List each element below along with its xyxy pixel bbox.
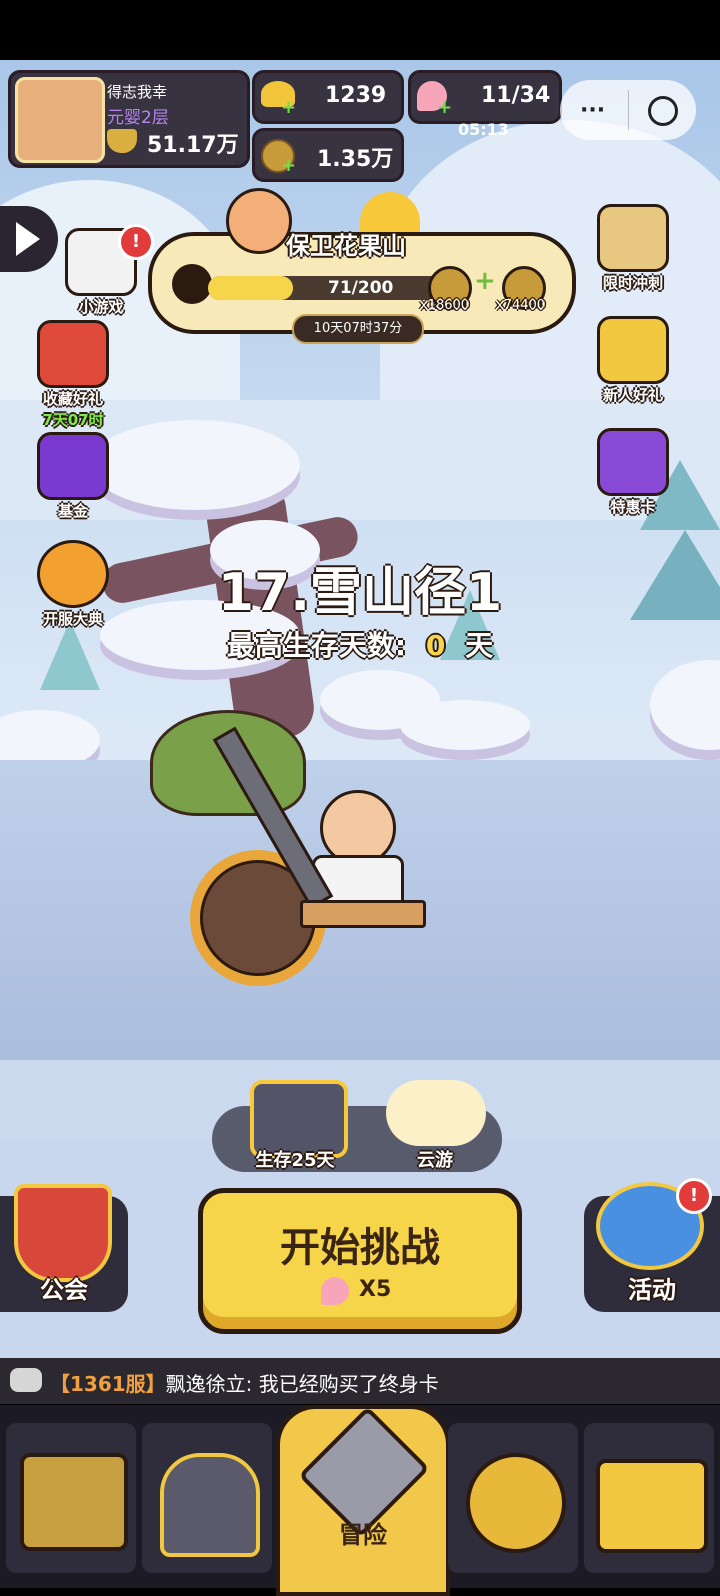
guild-label: 公会 xyxy=(40,1276,88,1304)
palace-icon xyxy=(20,1453,128,1551)
survival-chest-button[interactable]: 生存25天 xyxy=(250,1080,348,1172)
snow-rock xyxy=(650,660,720,750)
event-progress-track: 71/200 xyxy=(208,276,448,300)
snow-cap xyxy=(90,420,300,510)
event-timer: 10天07时37分 xyxy=(292,314,424,344)
fund-button[interactable]: 基金 xyxy=(28,432,118,521)
flag-icon xyxy=(172,264,212,304)
start-challenge-button[interactable]: 开始挑战 X5 xyxy=(198,1188,522,1334)
nav-tab-upgrade[interactable] xyxy=(448,1423,578,1573)
snow-rock xyxy=(400,700,530,750)
upgrade-arrow-icon xyxy=(466,1453,566,1553)
player-name: 得志我幸 xyxy=(107,83,168,101)
gift-box-icon xyxy=(37,320,109,388)
chat-bubble-icon xyxy=(10,1368,42,1392)
best-survival: 最高生存天数: 0 天 xyxy=(0,624,720,664)
play-icon xyxy=(16,222,40,256)
activity-badge: ! xyxy=(676,1178,712,1214)
chat-message: 飘逸徐立: 我已经购买了终身卡 xyxy=(165,1372,439,1396)
newbie-gift-button[interactable]: 新人好礼 xyxy=(588,316,678,405)
chat-line: 【1361服】飘逸徐立: 我已经购买了终身卡 xyxy=(50,1368,439,1397)
activity-button[interactable]: 活动 xyxy=(584,1182,720,1312)
helmet-icon xyxy=(107,129,137,153)
activity-label: 活动 xyxy=(628,1276,676,1304)
mini-games-badge: ! xyxy=(118,224,154,260)
sprint-label: 限时冲刺 xyxy=(602,274,663,292)
bottom-nav: 冒险 xyxy=(0,1405,720,1596)
guild-banner-icon xyxy=(14,1184,112,1282)
nav-tab-adventure[interactable]: 冒险 xyxy=(276,1405,450,1596)
collect-gift-button[interactable]: 收藏好礼 7天07时 xyxy=(28,320,118,430)
divider xyxy=(628,90,629,130)
start-label: 开始挑战 xyxy=(280,1225,440,1271)
mini-games-label: 小游戏 xyxy=(78,298,124,316)
collect-gift-timer: 7天07时 xyxy=(42,411,104,429)
special-card-button[interactable]: 特惠卡 xyxy=(588,428,678,517)
fund-label: 基金 xyxy=(57,502,88,520)
flying-board xyxy=(300,900,426,928)
treasure-chest-icon xyxy=(596,1459,708,1553)
add-icon[interactable]: + xyxy=(281,97,296,118)
chest-label: 生存25天 xyxy=(255,1150,335,1171)
reward2-amount: x74400 xyxy=(496,298,546,313)
stamina-timer: 05:13 xyxy=(458,120,509,139)
stamina-value: 11/34 xyxy=(481,83,551,108)
cloud-travel-button[interactable]: 云游 xyxy=(380,1080,490,1172)
reward1-amount: x18600 xyxy=(420,298,470,313)
nav-tab-treasure[interactable] xyxy=(584,1423,714,1573)
cloud-icon xyxy=(386,1080,486,1146)
vip-shield-icon xyxy=(597,428,669,496)
best-survival-unit: 天 xyxy=(465,629,494,662)
player-card[interactable]: 得志我幸 元婴2层 51.17万 xyxy=(8,70,250,168)
best-survival-value: 0 xyxy=(425,629,446,662)
add-icon[interactable]: + xyxy=(281,155,296,176)
nav-tab-equipment[interactable] xyxy=(142,1423,272,1573)
player-realm: 元婴2层 xyxy=(107,108,169,128)
event-progress-text: 71/200 xyxy=(328,278,394,298)
close-miniapp-icon[interactable] xyxy=(648,96,678,126)
monkey-king-icon xyxy=(226,188,292,254)
nav-tab-home[interactable] xyxy=(6,1423,136,1573)
player-power: 51.17万 xyxy=(147,133,239,158)
stamina-counter[interactable]: + 11/34 xyxy=(408,70,562,124)
coin-value: 1.35万 xyxy=(317,147,394,172)
gold-counter[interactable]: + 1239 xyxy=(252,70,404,124)
special-card-label: 特惠卡 xyxy=(610,498,656,516)
nav-adventure-label: 冒险 xyxy=(339,1521,387,1549)
capsule-menu: ··· xyxy=(560,80,696,140)
plus-icon: + xyxy=(474,266,496,296)
fund-chart-icon xyxy=(37,432,109,500)
coin-counter[interactable]: + 1.35万 xyxy=(252,128,404,182)
more-icon[interactable]: ··· xyxy=(580,98,605,123)
chat-server: 【1361服】 xyxy=(50,1372,166,1396)
best-survival-label: 最高生存天数: xyxy=(226,629,407,662)
gold-value: 1239 xyxy=(325,83,387,108)
collect-gift-label: 收藏好礼 xyxy=(42,390,103,408)
time-limited-sprint-button[interactable]: 限时冲刺 xyxy=(588,204,678,293)
avatar[interactable] xyxy=(15,77,105,163)
helmet-icon xyxy=(160,1453,260,1557)
cloud-label: 云游 xyxy=(417,1150,453,1171)
start-cost: X5 xyxy=(359,1277,392,1302)
treasure-pot-icon xyxy=(597,316,669,384)
peach-cost-icon xyxy=(321,1277,349,1305)
event-progress-fill xyxy=(208,276,294,300)
guild-button[interactable]: 公会 xyxy=(0,1184,128,1312)
stage-name: 17.雪山径1 xyxy=(217,563,503,623)
hourglass-icon xyxy=(597,204,669,272)
newbie-gift-label: 新人好礼 xyxy=(602,386,663,404)
add-icon[interactable]: + xyxy=(437,97,452,118)
chat-bar[interactable]: 【1361服】飘逸徐立: 我已经购买了终身卡 xyxy=(0,1358,720,1404)
